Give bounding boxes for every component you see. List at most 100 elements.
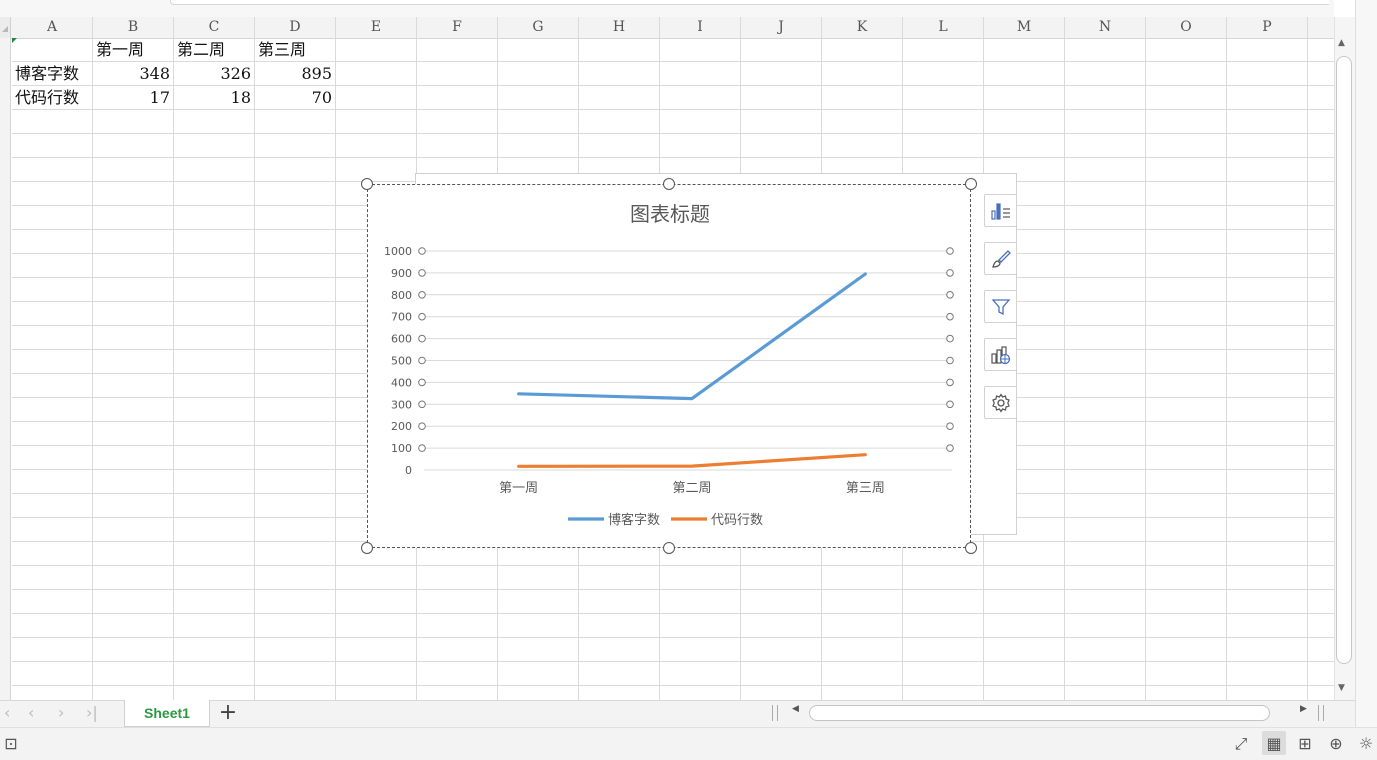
grid-line-h — [12, 685, 1334, 686]
x-tick-label: 第二周 — [672, 481, 711, 496]
column-header-h[interactable]: H — [579, 17, 660, 38]
grid-line-h — [12, 157, 1334, 158]
gridline-handle-left — [418, 334, 426, 343]
chart-online-button[interactable] — [984, 338, 1017, 371]
column-header-p[interactable]: P — [1227, 17, 1308, 38]
cell-b2[interactable]: 348 — [93, 62, 170, 86]
chart-filter-button[interactable] — [984, 290, 1017, 323]
cell-b1[interactable]: 第一周 — [96, 38, 171, 62]
column-header-k[interactable]: K — [822, 17, 903, 38]
column-header-o[interactable]: O — [1146, 17, 1227, 38]
chart-style-button[interactable] — [984, 242, 1017, 275]
scroll-left-arrow-icon[interactable]: ◀ — [792, 704, 799, 714]
normal-view-icon[interactable]: ▦ — [1263, 733, 1285, 755]
gridline-handle-right — [946, 312, 954, 321]
x-tick-label: 第三周 — [846, 481, 885, 496]
resize-handle-top[interactable] — [663, 178, 675, 190]
chart-filter-icon — [991, 299, 1011, 316]
page-break-view-icon[interactable]: ⊞ — [1294, 733, 1316, 755]
y-tick-label: 500 — [391, 355, 412, 368]
prev-sheet-arrow-icon[interactable]: ‹ — [28, 703, 34, 722]
next-sheet-arrow-icon[interactable]: › — [58, 703, 64, 722]
column-header-i[interactable]: I — [660, 17, 741, 38]
grid-line-v — [1145, 38, 1146, 700]
first-sheet-arrow-icon[interactable]: ‹ — [4, 703, 10, 722]
gridline-handle-left — [418, 247, 426, 255]
gridline-handle-right — [946, 444, 954, 452]
hscroll-split-handle[interactable] — [1318, 705, 1324, 721]
grid-line-v — [1064, 38, 1065, 700]
tab-split-handle[interactable] — [772, 705, 778, 721]
grid-line-h — [12, 133, 1334, 134]
cell-b3[interactable]: 17 — [93, 86, 170, 110]
resize-handle-bottom[interactable] — [663, 542, 675, 554]
resize-handle-top-left[interactable] — [361, 178, 373, 190]
reading-mode-icon[interactable]: ⊕ — [1325, 733, 1347, 755]
column-header-b[interactable]: B — [93, 17, 174, 38]
x-tick-label: 第一周 — [499, 481, 538, 496]
cell-d3[interactable]: 70 — [255, 86, 332, 110]
chart-canvas: 图表标题 0 100 200 300 400 500 600 700 800 900 1000 第一周 第… — [384, 202, 954, 528]
scroll-right-arrow-icon[interactable]: ▶ — [1300, 704, 1307, 714]
gridline-handle-right — [946, 356, 954, 365]
column-header-a[interactable]: A — [12, 17, 93, 38]
grid-line-h — [12, 589, 1334, 590]
resize-handle-bottom-right[interactable] — [965, 542, 977, 554]
gridline-handle-left — [418, 378, 426, 387]
series-line-1 — [517, 272, 867, 401]
grid-line-v — [173, 38, 174, 700]
cell-a3[interactable]: 代码行数 — [15, 86, 90, 110]
scroll-down-arrow-icon[interactable]: ▼ — [1338, 683, 1345, 693]
scroll-up-arrow-icon[interactable]: ▲ — [1338, 38, 1345, 48]
column-header-g[interactable]: G — [498, 17, 579, 38]
column-header-e[interactable]: E — [336, 17, 417, 38]
fullscreen-icon[interactable]: ⤢ — [1230, 733, 1252, 755]
cell-c2[interactable]: 326 — [174, 62, 251, 86]
y-tick-label: 300 — [391, 398, 412, 411]
gridline-handle-right — [946, 378, 954, 387]
grid-line-v — [254, 38, 255, 700]
last-sheet-arrow-icon[interactable]: ›| — [86, 703, 98, 722]
macro-icon[interactable]: ⊡ — [0, 733, 22, 755]
column-header-n[interactable]: N — [1065, 17, 1146, 38]
formula-area-edge — [170, 0, 1329, 5]
y-tick-label: 900 — [391, 267, 412, 280]
cell-c3[interactable]: 18 — [174, 86, 251, 110]
chart-title: 图表标题 — [630, 202, 710, 226]
gridline-handle-right — [946, 400, 954, 409]
column-header-d[interactable]: D — [255, 17, 336, 38]
vertical-scroll-thumb[interactable] — [1336, 56, 1352, 664]
column-header-m[interactable]: M — [984, 17, 1065, 38]
resize-handle-top-right[interactable] — [965, 178, 977, 190]
chart-elements-icon — [991, 203, 1010, 220]
gridline-handle-left — [418, 422, 426, 430]
line-chart[interactable]: 图表标题 0 100 200 300 400 500 600 700 800 900 1000 第一周 第… — [367, 184, 971, 548]
chart-settings-button[interactable] — [984, 386, 1017, 419]
resize-handle-bottom-left[interactable] — [361, 542, 373, 554]
gridline-handle-left — [418, 400, 426, 409]
column-header-f[interactable]: F — [417, 17, 498, 38]
column-header-c[interactable]: C — [174, 17, 255, 38]
y-tick-label: 800 — [391, 289, 412, 302]
cell-d1[interactable]: 第三周 — [258, 38, 333, 62]
grid-line-h — [12, 637, 1334, 638]
y-tick-label: 400 — [391, 376, 412, 389]
column-header-l[interactable]: L — [903, 17, 984, 38]
sheet-tab-sheet1[interactable]: Sheet1 — [124, 700, 210, 727]
cell-a2[interactable]: 博客字数 — [15, 62, 90, 86]
eye-protection-icon[interactable]: ☼ — [1355, 733, 1377, 755]
y-tick-label: 600 — [391, 333, 412, 346]
chart-elements-button[interactable] — [984, 194, 1017, 227]
column-header-j[interactable]: J — [741, 17, 822, 38]
gridline-handle-right — [946, 334, 954, 343]
y-tick-label: 100 — [391, 442, 412, 455]
gridline-handle-left — [418, 444, 426, 452]
cell-d2[interactable]: 895 — [255, 62, 332, 86]
horizontal-scroll-thumb[interactable] — [809, 705, 1270, 721]
grid-line-v — [335, 38, 336, 700]
row-header-bar — [0, 38, 11, 700]
add-sheet-button[interactable]: + — [217, 700, 239, 726]
cell-c1[interactable]: 第二周 — [177, 38, 252, 62]
gridline-handle-right — [946, 247, 954, 255]
grid-line-v — [1226, 38, 1227, 700]
